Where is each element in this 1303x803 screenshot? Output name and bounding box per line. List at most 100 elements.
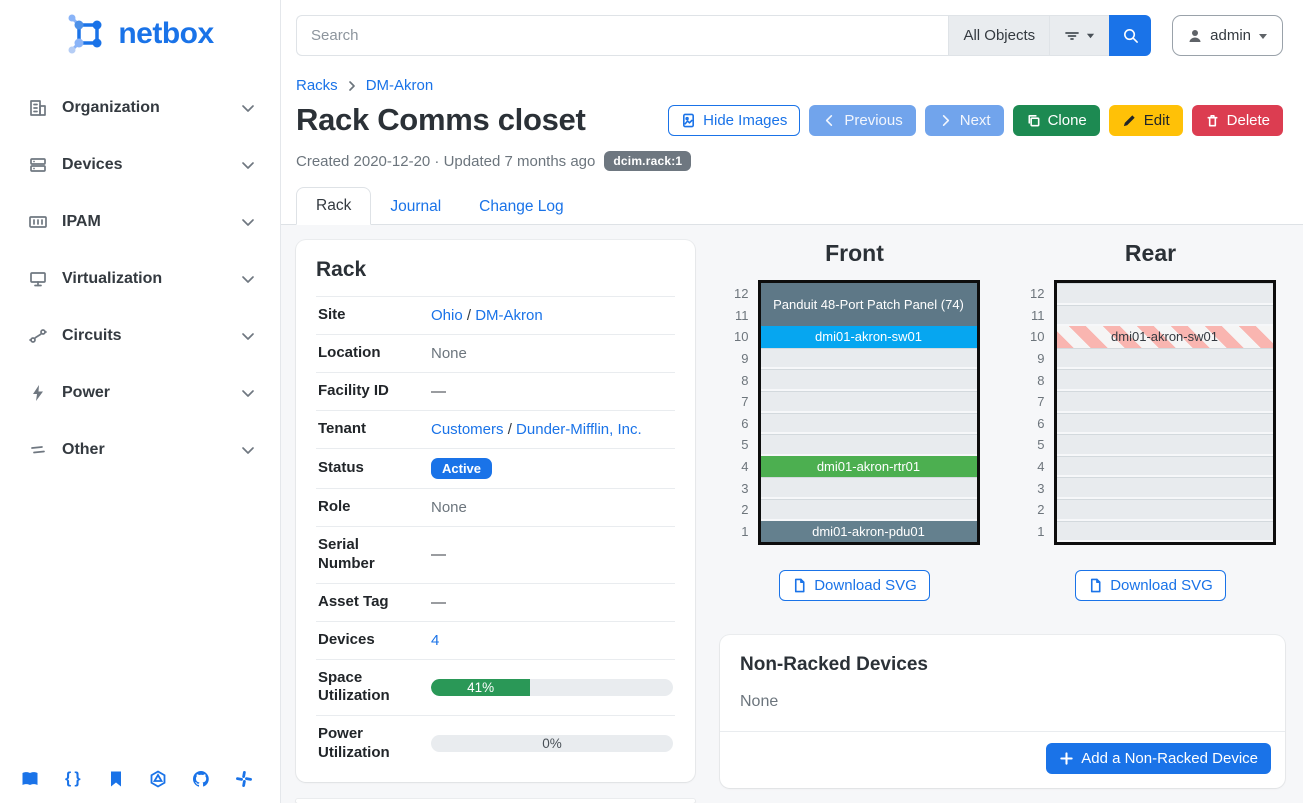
search-button[interactable] [1109, 15, 1151, 56]
unit-number: 10 [730, 326, 758, 348]
rack-panel-title: Rack [316, 258, 675, 296]
site-link[interactable]: DM-Akron [475, 307, 543, 324]
delete-button[interactable]: Delete [1192, 105, 1283, 136]
tenant-row: Tenant Customers / Dunder-Mifflin, Inc. [316, 410, 675, 448]
non-racked-devices-panel: Non-Racked Devices None Add a Non-Racked… [720, 635, 1285, 788]
empty-rack-unit[interactable] [761, 477, 977, 499]
sidebar-item-other[interactable]: Other [22, 430, 262, 470]
empty-rack-unit[interactable] [761, 413, 977, 435]
search-scope-select[interactable]: All Objects [948, 15, 1049, 56]
status-badge: Active [431, 458, 492, 479]
unit-number: 5 [730, 434, 758, 456]
rack-elevations: Front 121110987654321 Panduit 48-Port Pa… [720, 240, 1285, 601]
unit-number: 10 [1026, 326, 1054, 348]
site-row: Site Ohio / DM-Akron [316, 296, 675, 334]
empty-rack-unit[interactable] [761, 434, 977, 456]
slack-icon[interactable] [234, 769, 254, 789]
unit-number: 12 [730, 283, 758, 305]
netbox-logo-icon [66, 12, 110, 56]
file-download-icon [1088, 578, 1103, 593]
empty-rack-unit[interactable] [1057, 499, 1273, 521]
status-row: Status Active [316, 448, 675, 488]
clone-button[interactable]: Clone [1013, 105, 1100, 136]
site-region-link[interactable]: Ohio [431, 307, 463, 324]
empty-rack-unit[interactable] [1057, 283, 1273, 305]
download-svg-rear-button[interactable]: Download SVG [1075, 570, 1226, 601]
rack-device[interactable]: dmi01-akron-sw01 [1057, 326, 1273, 348]
unit-number: 8 [1026, 369, 1054, 391]
sidebar-item-virtualization[interactable]: Virtualization [22, 259, 262, 299]
empty-rack-unit[interactable] [761, 499, 977, 521]
empty-rack-unit[interactable] [1057, 477, 1273, 499]
docs-icon[interactable] [20, 769, 40, 789]
space-utilization-bar: 41% [431, 679, 673, 696]
tab-rack[interactable]: Rack [296, 187, 371, 225]
hide-images-button[interactable]: Hide Images [668, 105, 800, 136]
empty-rack-unit[interactable] [1057, 434, 1273, 456]
sidebar-item-ipam[interactable]: IPAM [22, 202, 262, 242]
created-updated-text: Created 2020-12-20 · Updated 7 months ag… [296, 153, 595, 170]
empty-rack-unit[interactable] [761, 391, 977, 413]
search-input[interactable] [296, 15, 948, 56]
breadcrumb-site-link[interactable]: DM-Akron [366, 77, 434, 94]
netbox-logo[interactable]: netbox [0, 0, 280, 66]
serial-number-row: Serial Number — [316, 526, 675, 583]
empty-rack-unit[interactable] [1057, 391, 1273, 413]
bookmark-icon[interactable] [106, 769, 126, 789]
community-icon[interactable] [148, 769, 168, 789]
user-menu[interactable]: admin [1172, 15, 1283, 56]
unit-number: 6 [730, 413, 758, 435]
caret-down-icon [1258, 31, 1268, 41]
edit-button[interactable]: Edit [1109, 105, 1183, 136]
sidebar-item-label: Devices [62, 156, 226, 174]
empty-rack-unit[interactable] [1057, 521, 1273, 543]
rack-device[interactable]: dmi01-akron-rtr01 [761, 456, 977, 478]
tab-content: Rack Site Ohio / DM-Akron Location None … [281, 225, 1303, 803]
empty-rack-unit[interactable] [761, 369, 977, 391]
file-download-icon [792, 578, 807, 593]
devices-count-link[interactable]: 4 [431, 632, 439, 649]
next-button[interactable]: Next [925, 105, 1004, 136]
tab-journal[interactable]: Journal [371, 189, 460, 225]
sidebar-item-devices[interactable]: Devices [22, 145, 262, 185]
api-icon[interactable]: { } [63, 769, 83, 789]
github-icon[interactable] [191, 769, 211, 789]
rack-device[interactable]: dmi01-akron-sw01 [761, 326, 977, 348]
non-racked-empty-text: None [720, 676, 1285, 732]
download-svg-front-button[interactable]: Download SVG [779, 570, 930, 601]
sidebar-item-power[interactable]: Power [22, 373, 262, 413]
sidebar-item-label: Virtualization [62, 270, 226, 288]
rack-grid-rear: dmi01-akron-sw01 [1054, 280, 1276, 545]
breadcrumb-racks-link[interactable]: Racks [296, 77, 338, 94]
rack-details-panel: Rack Site Ohio / DM-Akron Location None … [296, 240, 695, 782]
copy-icon [1026, 113, 1041, 128]
tab-change-log[interactable]: Change Log [460, 189, 582, 225]
unit-number: 11 [730, 305, 758, 327]
topbar: All Objects admin [281, 0, 1303, 70]
sidebar-item-circuits[interactable]: Circuits [22, 316, 262, 356]
rack-device[interactable]: Panduit 48-Port Patch Panel (74) [761, 283, 977, 326]
empty-rack-unit[interactable] [1057, 369, 1273, 391]
unit-number: 1 [730, 521, 758, 543]
empty-rack-unit[interactable] [761, 348, 977, 370]
sidebar: netbox Organization Devices IPAM [0, 0, 281, 803]
chevron-left-icon [822, 113, 837, 128]
empty-rack-unit[interactable] [1057, 413, 1273, 435]
counter-icon [28, 212, 48, 232]
plus-icon [1059, 751, 1074, 766]
server-icon [28, 155, 48, 175]
rack-device[interactable]: dmi01-akron-pdu01 [761, 521, 977, 543]
tenant-group-link[interactable]: Customers [431, 421, 504, 438]
unit-number: 4 [730, 456, 758, 478]
next-panel-partial [296, 799, 695, 803]
tenant-link[interactable]: Dunder-Mifflin, Inc. [516, 421, 642, 438]
search-filter-dropdown[interactable] [1049, 15, 1109, 56]
empty-rack-unit[interactable] [1057, 456, 1273, 478]
rack-grid-front: Panduit 48-Port Patch Panel (74)dmi01-ak… [758, 280, 980, 545]
space-utilization-row: Space Utilization 41% [316, 659, 675, 716]
previous-button[interactable]: Previous [809, 105, 915, 136]
empty-rack-unit[interactable] [1057, 348, 1273, 370]
add-non-racked-device-button[interactable]: Add a Non-Racked Device [1046, 743, 1271, 774]
sidebar-item-organization[interactable]: Organization [22, 88, 262, 128]
empty-rack-unit[interactable] [1057, 305, 1273, 327]
